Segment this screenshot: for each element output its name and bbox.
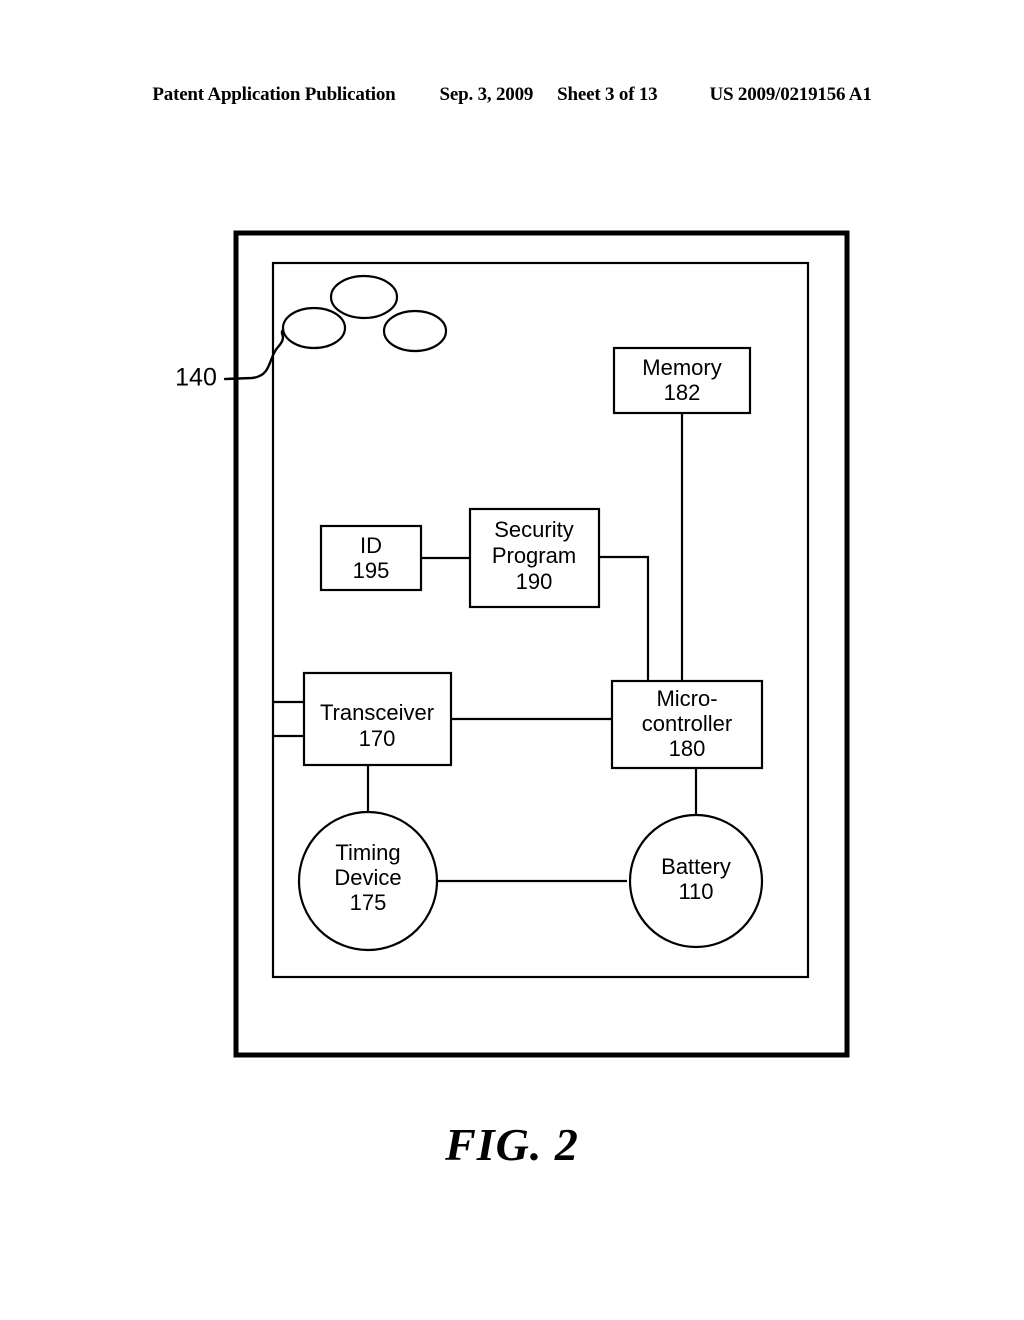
transceiver-title: Transceiver bbox=[320, 700, 434, 725]
id-ref: 195 bbox=[353, 558, 390, 583]
link-security-program-to-microcontroller bbox=[599, 555, 650, 681]
id-title: ID bbox=[360, 533, 382, 558]
timing-device-ref: 175 bbox=[350, 890, 387, 915]
security-program-title-line1: Security bbox=[494, 517, 573, 542]
timing-device-title-line2: Device bbox=[334, 865, 401, 890]
microcontroller-title-line1: Micro- bbox=[656, 686, 717, 711]
transceiver-ref: 170 bbox=[359, 726, 396, 751]
memory-ref: 182 bbox=[664, 380, 701, 405]
element-ellipse-right bbox=[382, 309, 448, 353]
figure-caption: FIG. 2 bbox=[445, 1119, 579, 1170]
memory-title: Memory bbox=[642, 355, 721, 380]
element-ellipse-top bbox=[329, 274, 399, 320]
battery-title: Battery bbox=[661, 854, 731, 879]
element-ellipse-left bbox=[281, 306, 347, 350]
microcontroller-title-line2: controller bbox=[642, 711, 732, 736]
microcontroller-ref: 180 bbox=[669, 736, 706, 761]
security-program-title-line2: Program bbox=[492, 543, 576, 568]
timing-device-title-line1: Timing bbox=[335, 840, 400, 865]
security-program-ref: 190 bbox=[516, 569, 553, 594]
node-security-program: Security Program 190 bbox=[468, 507, 601, 609]
node-memory: Memory 182 bbox=[612, 346, 752, 415]
battery-ref: 110 bbox=[678, 879, 713, 904]
node-timing-device: Timing Device 175 bbox=[297, 810, 439, 952]
node-battery: Battery 110 bbox=[628, 813, 764, 949]
callout-reference-140: 140 bbox=[175, 364, 217, 392]
node-id: ID 195 bbox=[319, 524, 423, 592]
node-microcontroller: Micro- controller 180 bbox=[610, 679, 764, 770]
node-transceiver: Transceiver 170 bbox=[302, 671, 453, 767]
